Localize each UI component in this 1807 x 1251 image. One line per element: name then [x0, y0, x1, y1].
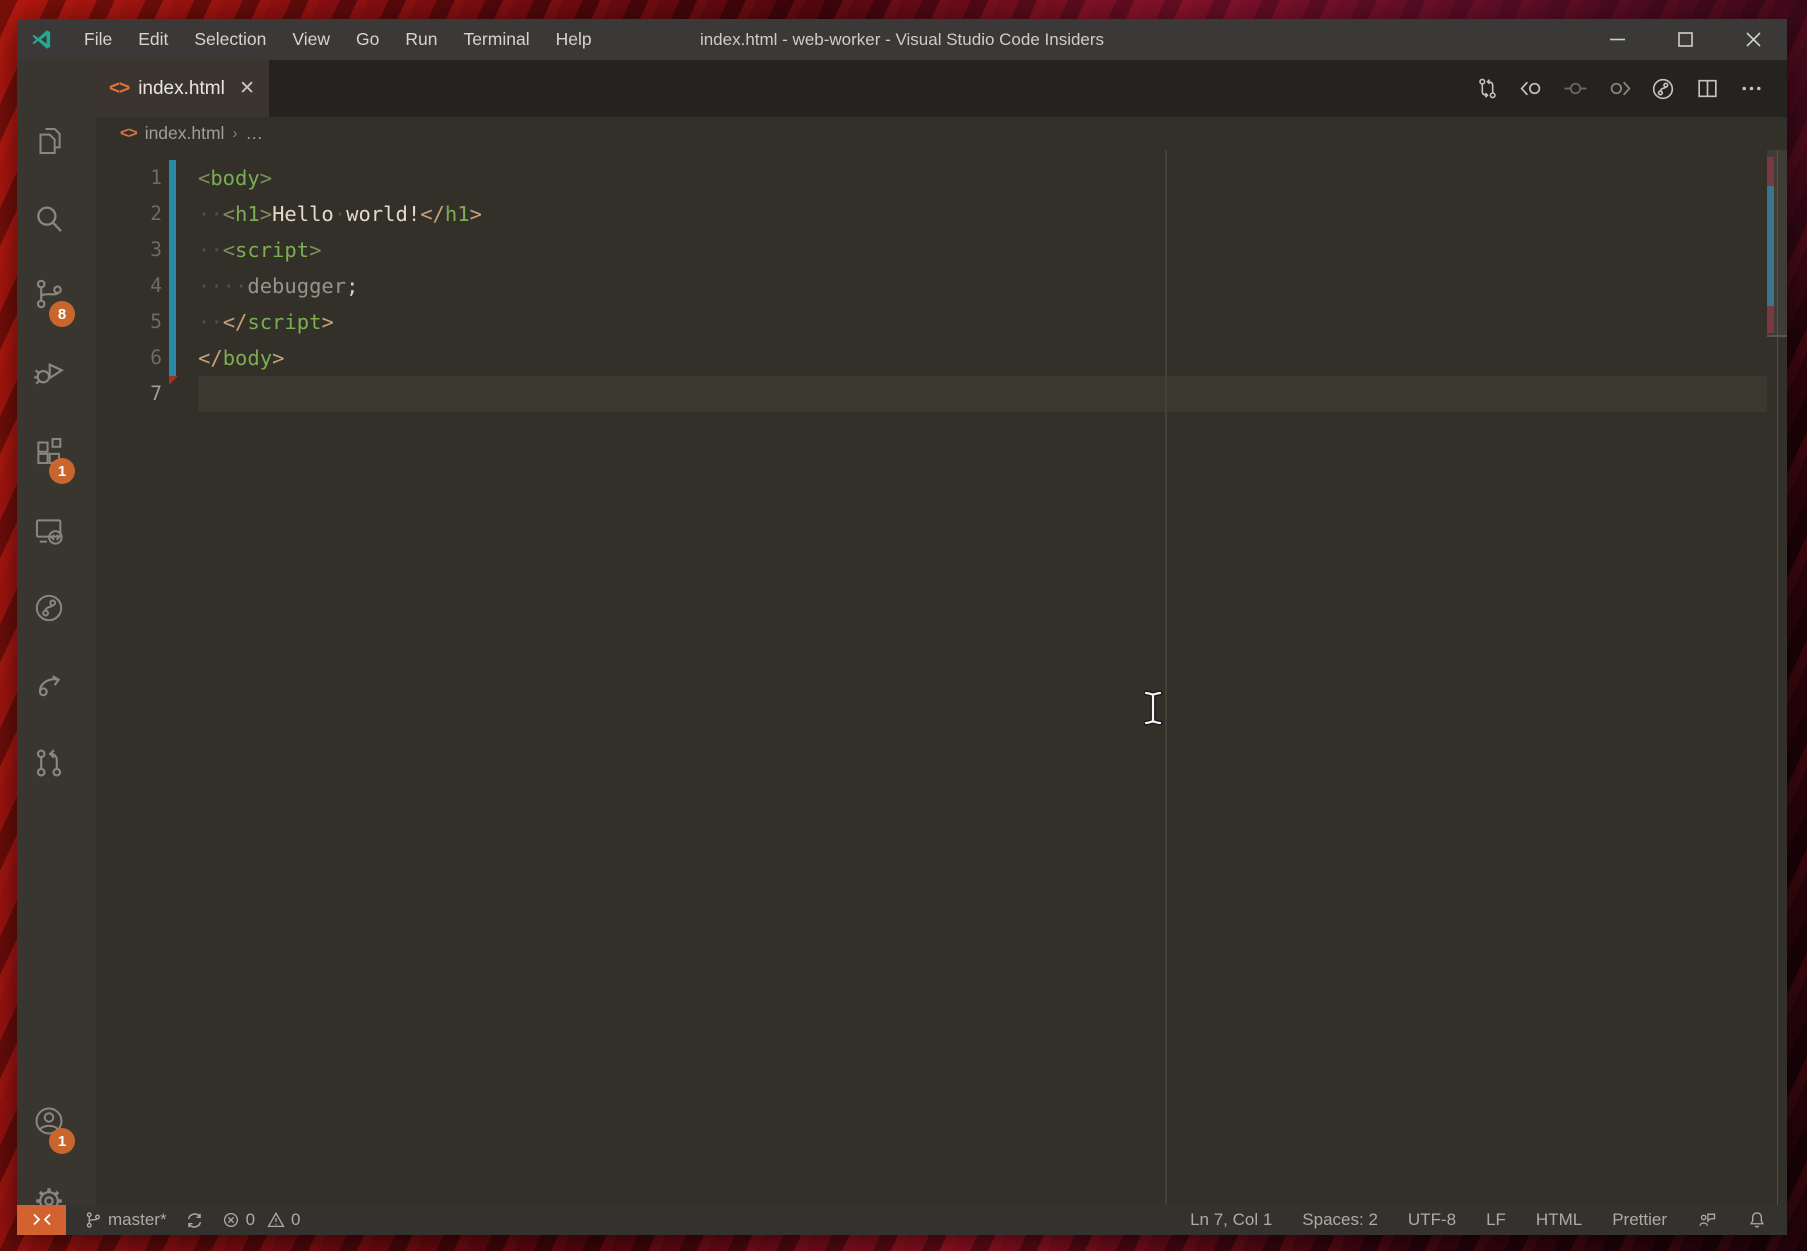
warning-count: 0 — [291, 1210, 300, 1230]
search-icon[interactable] — [32, 202, 66, 236]
breadcrumb-file[interactable]: index.html — [145, 123, 225, 144]
error-count: 0 — [246, 1210, 255, 1230]
line-number[interactable]: 7 — [96, 376, 162, 412]
open-changes-icon[interactable] — [1465, 67, 1509, 111]
chevron-right-icon: › — [232, 125, 237, 142]
code-text: <body> — [198, 160, 272, 196]
code-line[interactable]: 4 ····debugger; — [96, 268, 1787, 304]
line-number[interactable]: 5 — [96, 304, 162, 340]
code-text: ··</script> — [198, 304, 334, 340]
window-title: index.html - web-worker - Visual Studio … — [700, 30, 1104, 50]
branch-name: master* — [108, 1210, 167, 1230]
timeline-session-icon[interactable] — [1641, 67, 1685, 111]
accounts-badge: 1 — [49, 1128, 75, 1154]
tab-bar: <> index.html ✕ — [96, 60, 1787, 117]
branch-status[interactable]: master* — [84, 1210, 167, 1230]
language-mode[interactable]: HTML — [1536, 1210, 1582, 1230]
code-line[interactable]: 7 — [96, 376, 1787, 412]
overview-ruler-mark — [1767, 306, 1774, 333]
breadcrumb-symbol-ellipsis[interactable]: … — [245, 123, 263, 144]
code-text: ····debugger; — [198, 268, 358, 304]
html-file-icon: <> — [109, 78, 129, 100]
breadcrumb: <> index.html › … — [96, 117, 1787, 150]
line-number[interactable]: 6 — [96, 340, 162, 376]
editor-actions — [1465, 60, 1773, 117]
live-share-icon[interactable] — [32, 667, 66, 701]
ibeam-mouse-cursor — [1140, 688, 1166, 728]
line-number[interactable]: 3 — [96, 232, 162, 268]
remote-indicator[interactable] — [17, 1205, 66, 1235]
sync-status[interactable] — [185, 1211, 204, 1230]
code-text: ··<script> — [198, 232, 321, 268]
code-lines: 1 <body> 2 ··<h1>Hello·world!</h1> 3 ··<scrip… — [96, 160, 1787, 412]
close-button[interactable] — [1719, 19, 1787, 60]
status-bar: master* 0 0 Ln 7, Col 1 Spaces: 2 UTF-8 … — [17, 1205, 1787, 1235]
tab-label: index.html — [138, 78, 235, 100]
menu-terminal[interactable]: Terminal — [450, 19, 542, 60]
menu-edit[interactable]: Edit — [125, 19, 181, 60]
status-bar-right: Ln 7, Col 1 Spaces: 2 UTF-8 LF HTML Pret… — [1190, 1210, 1767, 1230]
html-file-icon: <> — [120, 125, 137, 143]
split-editor-icon[interactable] — [1685, 67, 1729, 111]
gutter-modified-indicator[interactable] — [169, 160, 176, 376]
problems-status[interactable]: 0 0 — [222, 1210, 301, 1230]
menu-run[interactable]: Run — [392, 19, 450, 60]
overview-ruler-modified-mark — [1767, 186, 1774, 306]
eol-setting[interactable]: LF — [1486, 1210, 1506, 1230]
code-line[interactable]: 2 ··<h1>Hello·world!</h1> — [96, 196, 1787, 232]
gutter-deleted-indicator[interactable] — [169, 376, 178, 385]
pull-request-icon[interactable] — [32, 746, 66, 780]
maximize-button[interactable] — [1651, 19, 1719, 60]
window-controls — [1583, 19, 1787, 60]
current-change-icon — [1553, 67, 1597, 111]
menu-bar: File Edit Selection View Go Run Terminal… — [71, 19, 605, 60]
vscode-window: File Edit Selection View Go Run Terminal… — [17, 19, 1787, 1235]
run-and-debug-icon[interactable] — [32, 354, 66, 388]
line-number[interactable]: 1 — [96, 160, 162, 196]
code-line[interactable]: 6 </body> — [96, 340, 1787, 376]
notifications-bell-icon[interactable] — [1747, 1210, 1767, 1230]
remote-explorer-icon[interactable] — [32, 514, 66, 548]
tab-close-icon[interactable]: ✕ — [235, 75, 259, 102]
code-text: </body> — [198, 340, 284, 376]
previous-change-icon[interactable] — [1509, 67, 1553, 111]
indentation-setting[interactable]: Spaces: 2 — [1302, 1210, 1378, 1230]
menu-go[interactable]: Go — [343, 19, 392, 60]
code-line[interactable]: 1 <body> — [96, 160, 1787, 196]
explorer-icon[interactable] — [32, 124, 66, 158]
overview-ruler-mark — [1767, 157, 1774, 186]
code-line[interactable]: 3 ··<script> — [96, 232, 1787, 268]
activity-bar: 8 1 — [17, 60, 96, 1205]
menu-help[interactable]: Help — [543, 19, 605, 60]
minimize-button[interactable] — [1583, 19, 1651, 60]
vscode-insiders-logo-icon — [30, 28, 53, 51]
formatter-status[interactable]: Prettier — [1612, 1210, 1667, 1230]
cursor-position[interactable]: Ln 7, Col 1 — [1190, 1210, 1272, 1230]
timeline-session-icon[interactable] — [32, 591, 66, 625]
menu-selection[interactable]: Selection — [181, 19, 279, 60]
code-editor[interactable]: 1 <body> 2 ··<h1>Hello·world!</h1> 3 ··<scrip… — [96, 150, 1787, 1205]
tab-index-html[interactable]: <> index.html ✕ — [96, 60, 269, 117]
source-control-badge: 8 — [49, 301, 75, 327]
encoding-setting[interactable]: UTF-8 — [1408, 1210, 1456, 1230]
line-number[interactable]: 2 — [96, 196, 162, 232]
title-bar: File Edit Selection View Go Run Terminal… — [17, 19, 1787, 60]
menu-view[interactable]: View — [279, 19, 343, 60]
code-line[interactable]: 5 ··</script> — [96, 304, 1787, 340]
feedback-icon[interactable] — [1697, 1210, 1717, 1230]
line-number[interactable]: 4 — [96, 268, 162, 304]
code-text: ··<h1>Hello·world!</h1> — [198, 196, 482, 232]
menu-file[interactable]: File — [71, 19, 125, 60]
extensions-badge: 1 — [49, 458, 75, 484]
next-change-icon[interactable] — [1597, 67, 1641, 111]
more-actions-icon[interactable] — [1729, 67, 1773, 111]
